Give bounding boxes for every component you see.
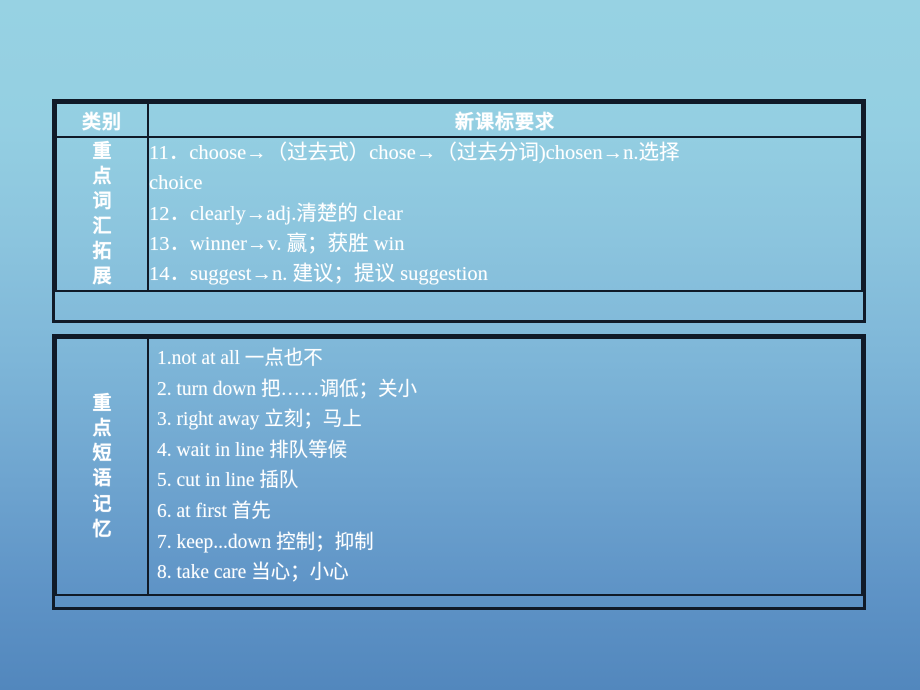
vocabulary-content-cell: 11．choose→（过去式）chose→（过去分词)chosen→n.选择 c…: [147, 136, 863, 292]
label-char: 重: [92, 392, 112, 415]
label-char: 忆: [92, 517, 112, 540]
label-char: 拓: [92, 239, 112, 262]
vocab-line: 13．winner→v. 赢；获胜 win: [149, 232, 405, 255]
phrase-content-cell: 1.not at all 一点也不 2. turn down 把……调低；关小 …: [147, 337, 863, 596]
header-cell-requirement: 新课标要求: [147, 102, 863, 138]
label-char: 短: [92, 442, 112, 465]
label-char: 语: [92, 467, 112, 490]
section-label-phrase-memory: 重 点 短 语 记 忆: [55, 337, 149, 596]
label-char: 点: [92, 164, 112, 187]
table-row: 重 点 短 语 记 忆 1.not at all 一点也不 2. turn do…: [55, 337, 863, 596]
phrase-table: 重 点 短 语 记 忆 1.not at all 一点也不 2. turn do…: [55, 337, 863, 596]
vocab-line: 14．suggest→n. 建议；提议 suggestion: [149, 263, 488, 286]
phrase-line: 7. keep...down 控制；抑制: [157, 531, 374, 553]
slide-canvas: 类别 新课标要求 重 点 词 汇 拓 展 11．choose→（过去式）chos…: [0, 0, 920, 690]
label-char: 重: [92, 139, 112, 162]
phrase-line: 6. at first 首先: [157, 501, 271, 523]
label-char: 词: [92, 189, 112, 212]
phrase-line: 2. turn down 把……调低；关小: [157, 378, 417, 400]
vocabulary-table: 类别 新课标要求 重 点 词 汇 拓 展 11．choose→（过去式）chos…: [55, 102, 863, 292]
vocab-line: 12．clearly→adj.清楚的 clear: [149, 202, 403, 225]
table-header-row: 类别 新课标要求: [55, 102, 863, 138]
label-char: 汇: [92, 214, 112, 237]
vocabulary-table-block: 类别 新课标要求 重 点 词 汇 拓 展 11．choose→（过去式）chos…: [52, 99, 866, 323]
label-char: 记: [92, 492, 112, 515]
label-char: 展: [92, 264, 112, 287]
section-label-vocab-expansion: 重 点 词 汇 拓 展: [55, 136, 149, 292]
vocab-line: 11．choose→（过去式）chose→（过去分词)chosen→n.选择: [149, 142, 680, 164]
vocab-line: choice: [149, 172, 203, 195]
phrase-line: 4. wait in line 排队等候: [157, 439, 348, 461]
table-row: 重 点 词 汇 拓 展 11．choose→（过去式）chose→（过去分词)c…: [55, 136, 863, 292]
label-char: 点: [92, 417, 112, 440]
header-cell-category: 类别: [55, 102, 149, 138]
phrase-line: 3. right away 立刻；马上: [157, 409, 362, 431]
phrase-line: 8. take care 当心；小心: [157, 562, 349, 584]
phrase-line: 1.not at all 一点也不: [157, 348, 323, 369]
phrase-line: 5. cut in line 插队: [157, 470, 299, 492]
phrase-table-block: 重 点 短 语 记 忆 1.not at all 一点也不 2. turn do…: [52, 334, 866, 610]
